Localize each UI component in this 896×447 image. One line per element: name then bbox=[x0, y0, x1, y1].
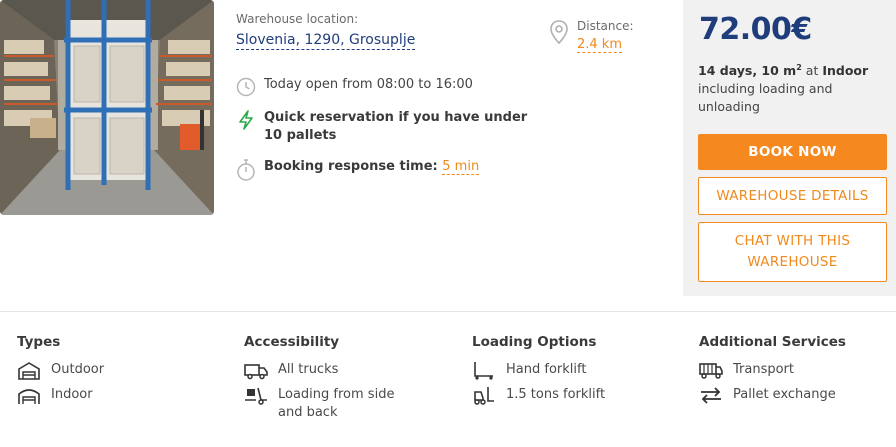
price-description: 14 days, 10 m2 at Indoor including loadi… bbox=[698, 59, 878, 116]
forklift-icon bbox=[472, 386, 496, 405]
distance-block: Distance: 2.4 km bbox=[548, 19, 634, 53]
list-item: 1.5 tons forklift bbox=[472, 386, 605, 405]
service-label: Transport bbox=[733, 362, 795, 377]
section-divider bbox=[0, 311, 896, 312]
service-label: Pallet exchange bbox=[733, 387, 836, 402]
chat-warehouse-label: CHAT WITH THIS WAREHOUSE bbox=[734, 233, 851, 270]
exchange-arrows-icon bbox=[699, 386, 723, 405]
quick-reservation-row: Quick reservation if you have under 10 p… bbox=[236, 109, 536, 145]
loading-option-label: 1.5 tons forklift bbox=[506, 387, 606, 402]
hand-forklift-icon bbox=[472, 361, 496, 380]
price-duration: 14 days, 10 m bbox=[698, 63, 797, 79]
list-item: Loading from side and back bbox=[244, 386, 423, 422]
indoor-warehouse-icon bbox=[17, 386, 41, 405]
accessibility-title: Accessibility bbox=[244, 334, 340, 350]
chat-warehouse-button[interactable]: CHAT WITH THIS WAREHOUSE bbox=[698, 222, 887, 282]
loading-option-label: Hand forklift bbox=[506, 362, 587, 377]
list-item: Hand forklift bbox=[472, 361, 605, 380]
additional-services-section: Additional Services Transport Pallet exc… bbox=[699, 334, 846, 411]
list-item: All trucks bbox=[244, 361, 423, 380]
list-item: Pallet exchange bbox=[699, 386, 846, 405]
quick-reservation-text: Quick reservation if you have under 10 p… bbox=[264, 110, 528, 143]
clock-icon bbox=[236, 76, 256, 98]
area-unit-superscript: 2 bbox=[796, 63, 802, 72]
price-type: Indoor bbox=[822, 63, 869, 79]
response-time-value[interactable]: 5 min bbox=[442, 159, 480, 175]
warehouse-photo[interactable] bbox=[0, 0, 214, 215]
accessibility-label: Loading from side and back bbox=[278, 387, 395, 420]
price: 72.00€ bbox=[699, 12, 812, 47]
types-section: Types Outdoor Indoor bbox=[17, 334, 104, 411]
list-item: Outdoor bbox=[17, 361, 104, 380]
warehouse-details-button[interactable]: WAREHOUSE DETAILS bbox=[698, 177, 887, 215]
location-label: Warehouse location: bbox=[236, 12, 359, 26]
loading-options-title: Loading Options bbox=[472, 334, 597, 350]
response-time-label: Booking response time: bbox=[264, 159, 438, 174]
opening-hours-row: Today open from 08:00 to 16:00 bbox=[236, 76, 473, 98]
lightning-icon bbox=[236, 109, 256, 131]
location-pin-icon bbox=[548, 19, 570, 45]
list-item: Indoor bbox=[17, 386, 104, 405]
additional-services-title: Additional Services bbox=[699, 334, 846, 350]
types-title: Types bbox=[17, 334, 61, 350]
accessibility-section: Accessibility All trucks Loading from si… bbox=[244, 334, 423, 428]
distance-value[interactable]: 2.4 km bbox=[577, 37, 622, 53]
response-time-row: Booking response time: 5 min bbox=[236, 158, 480, 181]
location-link[interactable]: Slovenia, 1290, Grosuplje bbox=[236, 32, 416, 50]
opening-hours: Today open from 08:00 to 16:00 bbox=[264, 77, 473, 92]
loading-options-section: Loading Options Hand forklift 1.5 tons f… bbox=[472, 334, 605, 411]
loading-dolly-icon bbox=[244, 386, 268, 405]
price-includes: including loading and unloading bbox=[698, 81, 833, 115]
price-panel: 72.00€ 14 days, 10 m2 at Indoor includin… bbox=[683, 0, 896, 296]
type-label: Indoor bbox=[51, 387, 93, 402]
book-now-button[interactable]: BOOK NOW bbox=[698, 134, 887, 170]
price-at: at bbox=[805, 63, 819, 79]
transport-truck-icon bbox=[699, 361, 723, 380]
distance-label: Distance: bbox=[577, 19, 634, 33]
truck-icon bbox=[244, 361, 268, 380]
type-label: Outdoor bbox=[51, 362, 105, 377]
stopwatch-icon bbox=[236, 158, 256, 181]
list-item: Transport bbox=[699, 361, 846, 380]
outdoor-shed-icon bbox=[17, 361, 41, 380]
accessibility-label: All trucks bbox=[278, 362, 339, 377]
